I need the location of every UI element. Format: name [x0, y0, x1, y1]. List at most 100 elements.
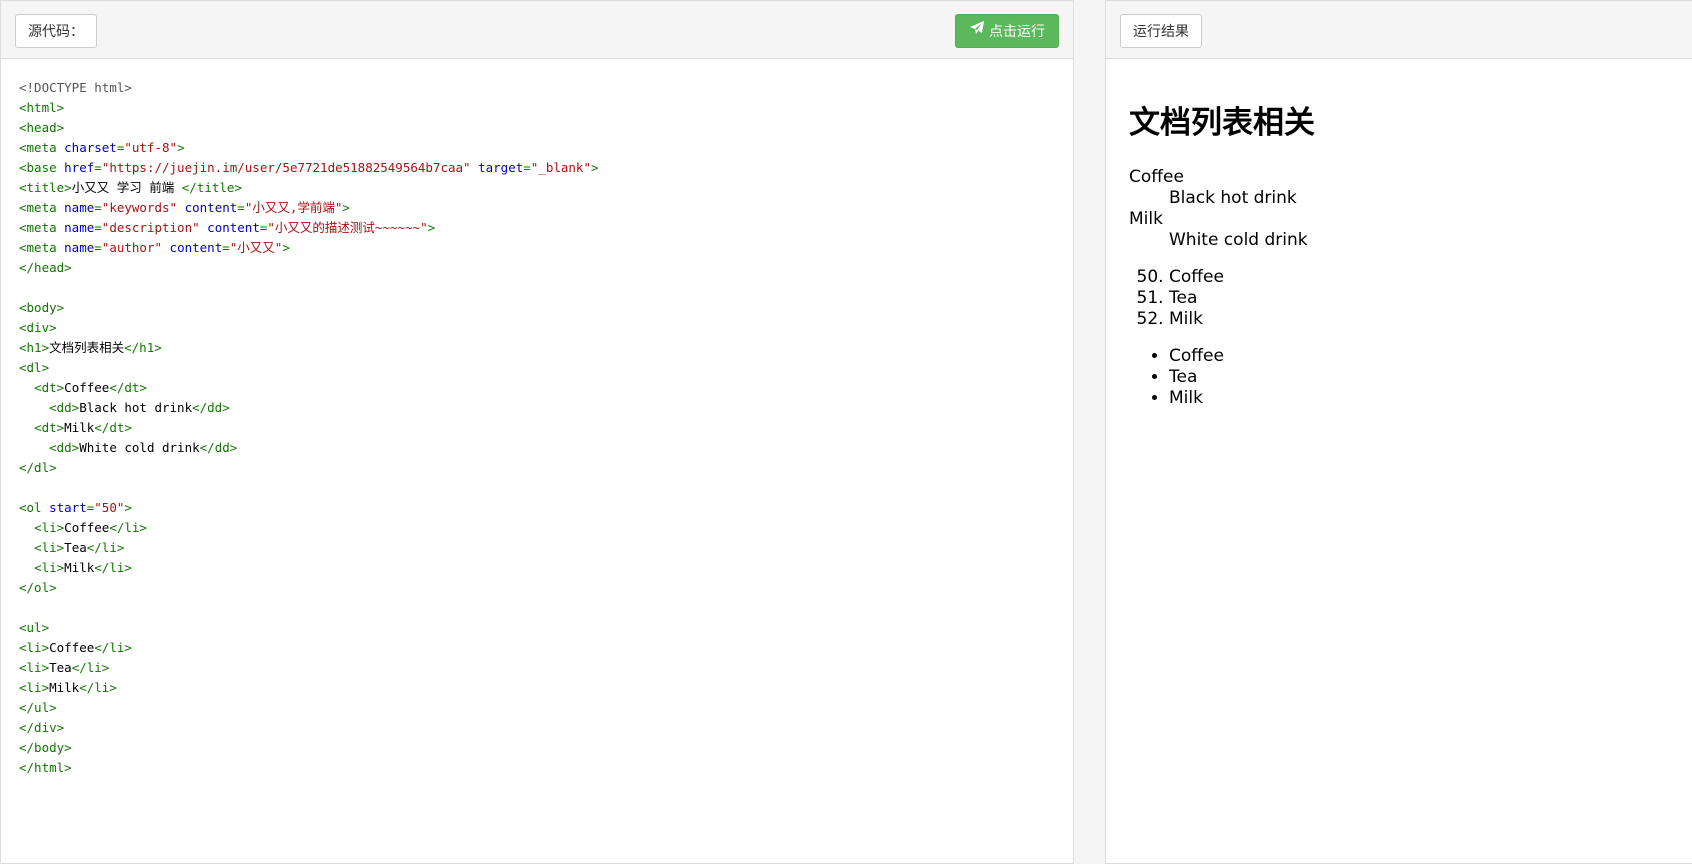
code-token: White cold drink: [79, 440, 200, 455]
code-token: </li>: [79, 680, 117, 695]
code-token: 小又又 学习 前端: [71, 180, 182, 195]
code-token: Milk: [64, 560, 95, 575]
code-token: "keywords": [101, 200, 178, 215]
code-token: </li>: [86, 540, 125, 555]
code-token: <!DOCTYPE html>: [19, 80, 132, 95]
definition-list: Coffee Black hot drink Milk White cold drin…: [1129, 167, 1681, 251]
unordered-list-item: Tea: [1169, 367, 1681, 388]
code-line: <title>小又又 学习 前端 </title>: [19, 178, 1055, 198]
code-line: <meta name="author" content="小又又">: [19, 238, 1055, 258]
code-token: </dt>: [109, 380, 147, 395]
code-token: "author": [101, 240, 163, 255]
code-line: </html>: [19, 758, 1055, 778]
source-toolbar: 源代码： 点击运行: [1, 1, 1073, 59]
code-line: <dt>Coffee</dt>: [19, 378, 1055, 398]
ordered-list-item: Tea: [1169, 288, 1681, 309]
code-line: <h1>文档列表相关</h1>: [19, 338, 1055, 358]
code-token: </li>: [109, 520, 147, 535]
code-token: </body>: [19, 740, 72, 755]
code-token: </li>: [71, 660, 110, 675]
code-token: <meta: [19, 140, 65, 155]
code-token: "小又又,学前端": [244, 200, 343, 215]
code-line: <dl>: [19, 358, 1055, 378]
code-token: =: [94, 240, 102, 255]
code-token: =: [94, 200, 102, 215]
code-token: target: [478, 160, 524, 175]
code-token: <dd>: [49, 440, 80, 455]
code-line: <html>: [19, 98, 1055, 118]
code-token: </html>: [19, 760, 72, 775]
code-token: <li>: [34, 560, 65, 575]
code-token: <html>: [19, 100, 65, 115]
code-token: Milk: [49, 680, 80, 695]
code-line: <li>Milk</li>: [19, 558, 1055, 578]
code-token: name: [64, 200, 95, 215]
unordered-list-item: Milk: [1169, 388, 1681, 409]
code-token: <meta: [19, 200, 65, 215]
code-token: </li>: [94, 560, 132, 575]
code-token: <head>: [19, 120, 65, 135]
code-token: >: [282, 240, 290, 255]
code-token: <meta: [19, 220, 65, 235]
code-token: </head>: [19, 260, 72, 275]
code-token: </dl>: [19, 460, 57, 475]
code-token: >: [591, 160, 599, 175]
code-token: 文档列表相关: [49, 340, 125, 355]
code-token: content: [184, 200, 238, 215]
code-line: <ol start="50">: [19, 498, 1055, 518]
send-icon: [969, 15, 985, 47]
code-token: href: [64, 160, 95, 175]
code-token: content: [207, 220, 260, 235]
code-token: "https://juejin.im/user/5e7721de51882549…: [101, 160, 471, 175]
source-code-label-button[interactable]: 源代码：: [15, 14, 97, 48]
code-token: <dd>: [49, 400, 80, 415]
code-token: <li>: [19, 640, 50, 655]
run-button-label: 点击运行: [989, 23, 1045, 39]
result-heading: 文档列表相关: [1129, 105, 1315, 141]
code-token: </ol>: [19, 580, 57, 595]
code-token: =: [523, 160, 531, 175]
code-token: name: [64, 220, 95, 235]
code-token: <ol: [19, 500, 50, 515]
code-token: "_blank": [530, 160, 591, 175]
code-token: </div>: [19, 720, 65, 735]
code-token: Black hot drink: [79, 400, 193, 415]
code-line: <dt>Milk</dt>: [19, 418, 1055, 438]
code-token: Milk: [64, 420, 95, 435]
ordered-list: CoffeeTeaMilk: [1129, 267, 1681, 330]
code-token: content: [169, 240, 223, 255]
code-token: =: [237, 200, 245, 215]
definition-term: Milk: [1129, 209, 1163, 229]
code-token: <ul>: [19, 620, 50, 635]
code-line: <head>: [19, 118, 1055, 138]
code-token: </h1>: [124, 340, 162, 355]
code-token: <dl>: [19, 360, 50, 375]
code-token: start: [49, 500, 87, 515]
code-line: <dd>Black hot drink</dd>: [19, 398, 1055, 418]
code-token: <dt>: [34, 380, 65, 395]
unordered-list-item: Coffee: [1169, 346, 1681, 367]
code-token: <body>: [19, 300, 65, 315]
code-token: "小又又的描述测试~~~~~~": [267, 220, 428, 235]
code-line: </ol>: [19, 578, 1055, 598]
result-label-button[interactable]: 运行结果: [1120, 14, 1202, 48]
code-token: charset: [64, 140, 117, 155]
run-button[interactable]: 点击运行: [955, 14, 1059, 48]
ordered-list-item: Coffee: [1169, 267, 1681, 288]
code-line: <li>Milk</li>: [19, 678, 1055, 698]
code-editor[interactable]: <!DOCTYPE html> <html> <head> <meta charset…: [1, 59, 1073, 797]
code-line: <li>Tea</li>: [19, 658, 1055, 678]
code-token: =: [222, 240, 230, 255]
code-line: <meta name="description" content="小又又的描述…: [19, 218, 1055, 238]
code-token: <li>: [34, 520, 65, 535]
code-token: <li>: [19, 680, 50, 695]
code-token: =: [94, 220, 102, 235]
code-token: >: [427, 220, 436, 235]
